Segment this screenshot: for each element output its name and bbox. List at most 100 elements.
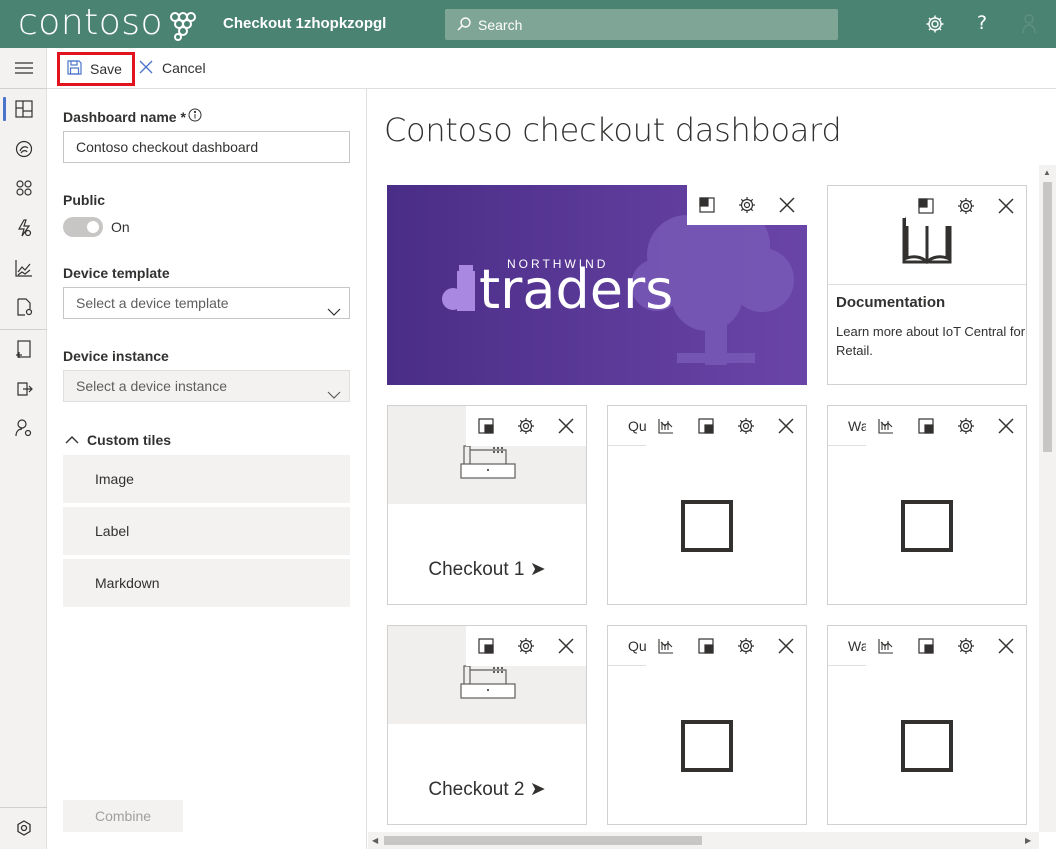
account-icon[interactable] [1022,14,1036,37]
checkout-tile[interactable]: Checkout 2 ➤ [387,625,587,825]
save-button[interactable]: Save [57,52,135,86]
tile-size-icon[interactable] [687,185,727,225]
tile-size-icon[interactable] [466,626,506,666]
dashboard-icon[interactable] [0,91,47,127]
left-navigation-rail [0,48,47,849]
checkout-name: Checkout 1 ➤ [428,559,546,580]
custom-tiles-label: Custom tiles [87,432,172,448]
horizontal-scroll-thumb[interactable] [384,836,702,845]
dashboard-name-input[interactable]: Contoso checkout dashboard [63,131,350,163]
info-icon[interactable] [188,108,202,125]
tile-toolbar [466,406,586,446]
rules-icon[interactable] [0,210,47,246]
image-tile[interactable]: NORTHWIND traders [387,185,807,385]
add-markdown-tile-button[interactable]: Markdown [63,559,350,607]
tile-toolbar [687,185,807,225]
horizontal-scrollbar[interactable]: ◀ ▶ [368,832,1039,849]
chart-tile[interactable]: Queue [607,625,807,825]
jobs-icon[interactable] [0,289,47,325]
cancel-button[interactable]: Cancel [139,58,206,78]
grapes-logo-icon [166,8,198,45]
settings-icon[interactable] [925,14,945,37]
add-label-tile-button[interactable]: Label [63,507,350,555]
tile-size-icon[interactable] [906,186,946,226]
tile-toolbar [906,186,1026,226]
checkout-tile[interactable]: Checkout 1 ➤ [387,405,587,605]
chart-type-icon[interactable] [866,406,906,446]
device-template-dropdown[interactable]: Select a device template [63,287,350,319]
tile-close-icon[interactable] [986,406,1026,446]
dashboard-name-label: Dashboard name * [63,109,186,125]
tile-settings-icon[interactable] [727,185,767,225]
data-export-icon[interactable] [0,371,47,407]
chart-type-icon[interactable] [866,626,906,666]
dashboard-title: Contoso checkout dashboard [384,111,842,149]
chart-tile[interactable]: Wait [827,625,1027,825]
device-instance-label: Device instance [63,348,169,364]
traders-text: traders [479,258,673,321]
scroll-left-icon[interactable]: ◀ [372,836,378,845]
documentation-description: Learn more about IoT Central for Retail. [836,324,1026,358]
combine-button[interactable]: Combine [63,800,183,832]
command-bar: Save Cancel [47,48,1056,89]
empty-chart-placeholder [681,500,733,552]
help-icon[interactable]: ? [977,12,987,34]
tile-size-icon[interactable] [686,626,726,666]
custom-tiles-toggle[interactable]: Custom tiles [65,432,171,448]
search-box[interactable]: Search [445,9,838,40]
tile-close-icon[interactable] [766,406,806,446]
vertical-scroll-thumb[interactable] [1043,182,1052,452]
tile-size-icon[interactable] [686,406,726,446]
device-groups-icon[interactable] [0,170,47,206]
chevron-up-icon [65,432,79,448]
settings-icon[interactable] [0,810,47,846]
empty-chart-placeholder [681,720,733,772]
tile-settings-icon[interactable] [726,406,766,446]
tile-toolbar [866,626,1026,666]
administration-icon[interactable] [0,410,47,446]
device-templates-icon[interactable] [0,331,47,367]
tile-settings-icon[interactable] [946,406,986,446]
add-image-tile-button[interactable]: Image [63,455,350,503]
tile-settings-icon[interactable] [946,186,986,226]
dashboard-settings-pane: Dashboard name * Contoso checkout dashbo… [47,89,367,849]
tile-close-icon[interactable] [546,626,586,666]
chart-type-icon[interactable] [646,406,686,446]
tile-close-icon[interactable] [986,626,1026,666]
tile-size-icon[interactable] [466,406,506,446]
tile-close-icon[interactable] [766,626,806,666]
chevron-down-icon [327,380,341,410]
search-icon [457,17,471,34]
tile-close-icon[interactable] [986,186,1026,226]
public-label: Public [63,192,106,208]
menu-icon[interactable] [0,50,47,86]
tile-settings-icon[interactable] [506,406,546,446]
documentation-tile[interactable]: Documentation Learn more about IoT Centr… [827,185,1027,385]
tile-toolbar [866,406,1026,446]
scroll-right-icon[interactable]: ▶ [1025,836,1031,845]
chevron-down-icon [327,297,341,327]
chart-type-icon[interactable] [646,626,686,666]
tile-close-icon[interactable] [546,406,586,446]
vertical-scrollbar[interactable]: ▲ [1039,165,1056,832]
device-instance-dropdown[interactable]: Select a device instance [63,370,350,402]
tile-settings-icon[interactable] [506,626,546,666]
chart-tile[interactable]: Queue [607,405,807,605]
tile-size-icon[interactable] [906,626,946,666]
scroll-up-icon[interactable]: ▲ [1043,168,1051,177]
tile-settings-icon[interactable] [946,626,986,666]
analytics-icon[interactable] [0,250,47,286]
search-placeholder: Search [478,17,523,33]
public-toggle-state: On [111,219,130,235]
tile-settings-icon[interactable] [726,626,766,666]
save-icon [67,60,82,78]
save-label: Save [90,61,122,77]
public-toggle[interactable] [63,217,103,237]
devices-icon[interactable] [0,131,47,167]
tile-close-icon[interactable] [767,185,807,225]
chart-tile[interactable]: Wait [827,405,1027,605]
tile-size-icon[interactable] [906,406,946,446]
cancel-label: Cancel [162,60,206,76]
close-icon [139,60,153,77]
empty-chart-placeholder [901,720,953,772]
